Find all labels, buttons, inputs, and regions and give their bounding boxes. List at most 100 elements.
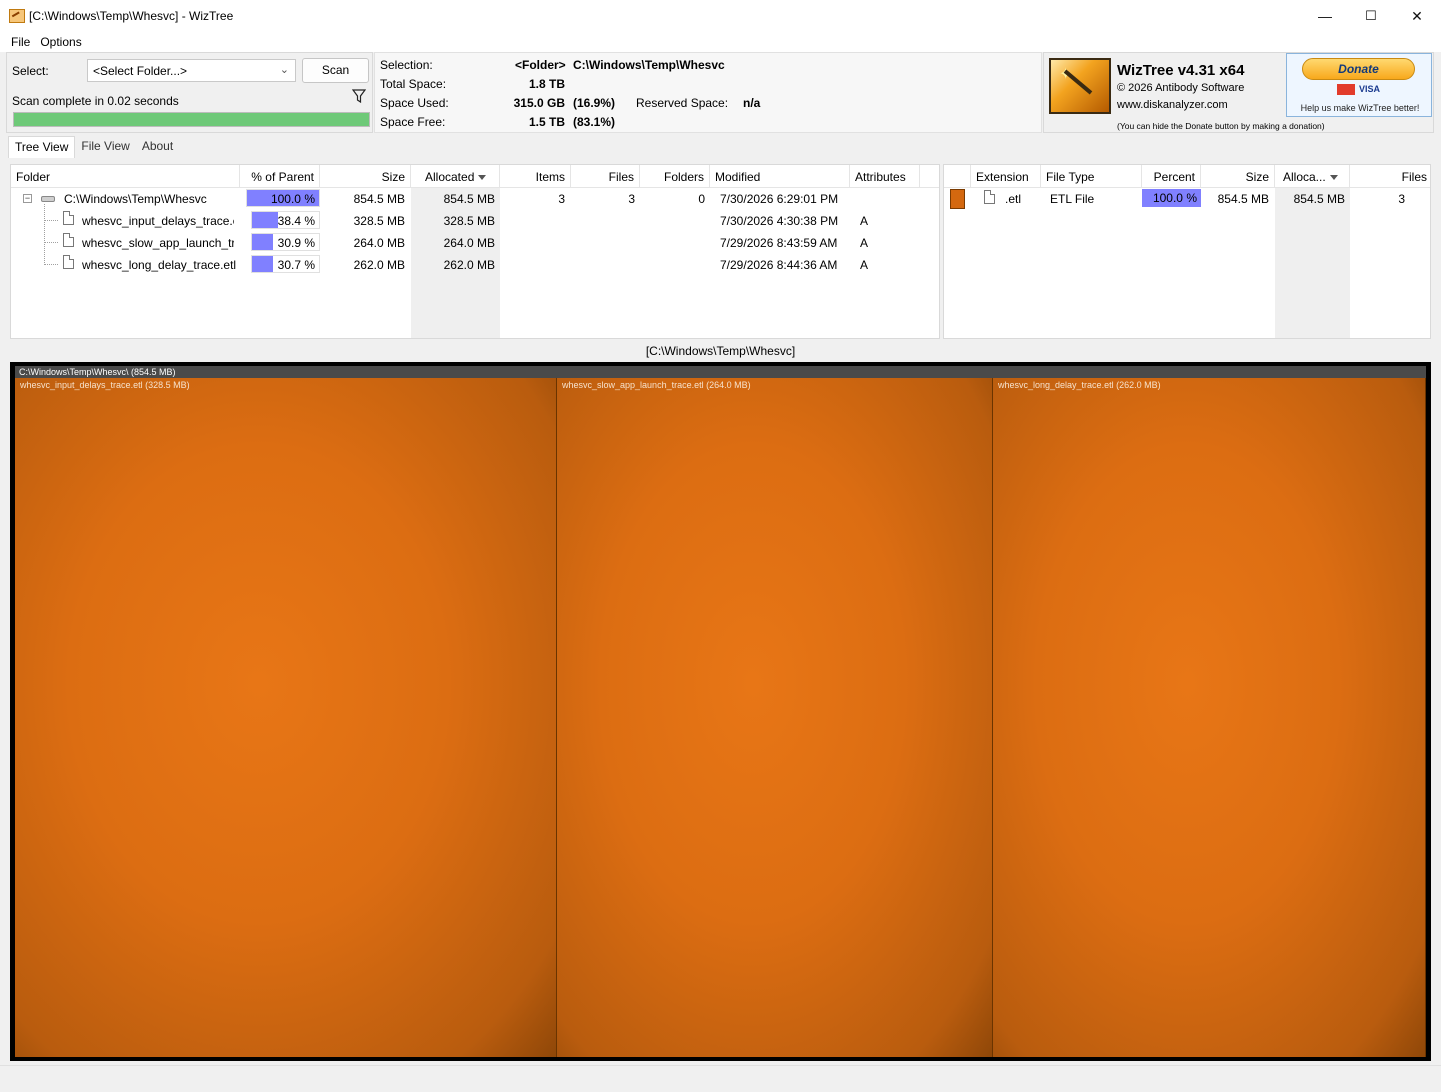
file-icon	[984, 190, 995, 204]
treemap-block[interactable]: whesvc_long_delay_trace.etl (262.0 MB)	[993, 378, 1426, 1057]
folder-drive-icon	[41, 196, 55, 202]
file-icon	[63, 255, 74, 269]
col-header-percent[interactable]: Percent	[1142, 165, 1201, 188]
row-modified: 7/29/2026 8:43:59 AM	[720, 236, 838, 250]
tree-line	[44, 242, 58, 243]
tree-grid: Folder % of Parent Size Allocated Items …	[10, 164, 940, 339]
total-space-label: Total Space:	[380, 77, 447, 91]
pct-parent-text: 30.7 %	[277, 258, 315, 272]
treemap[interactable]: C:\Windows\Temp\Whesvc\ (854.5 MB) whesv…	[10, 362, 1431, 1061]
top-panel: Select: <Select Folder...> ⌄ Scan Scan c…	[6, 52, 1434, 135]
col-header-files[interactable]: Files	[571, 165, 640, 188]
row-allocated: 854.5 MB	[1293, 192, 1345, 206]
treemap-block[interactable]: whesvc_slow_app_launch_trace.etl (264.0 …	[557, 378, 993, 1057]
row-name: C:\Windows\Temp\Whesvc	[64, 192, 207, 206]
filetype-grid: Extension File Type Percent Size Alloca.…	[943, 164, 1431, 339]
wiztree-logo: ✦	[1049, 58, 1111, 114]
selection-type: <Folder>	[515, 58, 566, 72]
collapse-toggle-icon[interactable]: −	[23, 194, 32, 203]
brand-panel: ✦ WizTree v4.31 x64 © 2026 Antibody Soft…	[1043, 52, 1434, 133]
treemap-block-label: whesvc_long_delay_trace.etl (262.0 MB)	[998, 380, 1161, 390]
pct-parent-bar: 30.7 %	[251, 255, 320, 273]
space-used-value: 315.0 GB	[513, 96, 565, 110]
minimize-button[interactable]: —	[1302, 0, 1348, 32]
row-file-type: ETL File	[1050, 192, 1095, 206]
col-header-color	[944, 165, 971, 188]
row-files: 3	[1398, 192, 1405, 206]
select-label: Select:	[12, 64, 49, 78]
row-attributes: A	[860, 214, 869, 228]
col-header-attributes[interactable]: Attributes	[850, 165, 920, 188]
filter-icon[interactable]	[352, 89, 366, 103]
payment-cards: VISA	[1337, 84, 1380, 96]
pct-parent-bar: 100.0 %	[246, 189, 320, 207]
reserved-space-label: Reserved Space:	[636, 96, 729, 110]
scan-status: Scan complete in 0.02 seconds	[12, 94, 179, 108]
allocated-header-label: Alloca...	[1283, 170, 1326, 184]
pct-parent-fill	[252, 212, 278, 228]
view-tabs: Tree View File View About	[8, 136, 179, 158]
total-space-value: 1.8 TB	[528, 77, 565, 91]
row-modified: 7/30/2026 4:30:38 PM	[720, 214, 839, 228]
menu-file[interactable]: File	[5, 35, 36, 49]
col-header-files[interactable]: Files	[1350, 165, 1430, 188]
col-header-allocated[interactable]: Alloca...	[1275, 165, 1350, 188]
close-button[interactable]: ✕	[1394, 0, 1440, 32]
brand-website[interactable]: www.diskanalyzer.com	[1117, 99, 1228, 111]
col-header-allocated[interactable]: Allocated	[411, 165, 500, 188]
percent-bar: 100.0 %	[1142, 189, 1201, 207]
selection-label: Selection:	[380, 58, 433, 72]
row-modified: 7/29/2026 8:44:36 AM	[720, 258, 838, 272]
row-size: 264.0 MB	[353, 236, 405, 250]
maximize-button[interactable]: ☐	[1348, 0, 1394, 32]
row-attributes: A	[860, 258, 869, 272]
tab-tree-view[interactable]: Tree View	[8, 136, 76, 158]
col-header-folder[interactable]: Folder	[11, 165, 240, 188]
row-attributes: A	[860, 236, 869, 250]
pct-parent-text: 38.4 %	[277, 214, 315, 228]
col-header-pct-parent[interactable]: % of Parent	[240, 165, 320, 188]
row-name: whesvc_input_delays_trace.etl	[82, 214, 234, 228]
title-bar: [C:\Windows\Temp\Whesvc] - WizTree — ☐ ✕	[0, 0, 1441, 32]
col-header-filler	[920, 165, 939, 188]
tab-file-view[interactable]: File View	[75, 136, 135, 158]
selection-info-panel: Selection: <Folder> C:\Windows\Temp\Whes…	[374, 52, 1042, 133]
folder-select-combo[interactable]: <Select Folder...> ⌄	[87, 59, 296, 82]
donate-button[interactable]: Donate	[1302, 58, 1415, 80]
treemap-block-fill	[557, 378, 992, 1057]
treemap-block-fill	[15, 378, 556, 1057]
file-icon	[63, 211, 74, 225]
reserved-space-value: n/a	[743, 96, 761, 110]
col-header-modified[interactable]: Modified	[710, 165, 850, 188]
treemap-block[interactable]: whesvc_input_delays_trace.etl (328.5 MB)	[15, 378, 557, 1057]
treemap-title: [C:\Windows\Temp\Whesvc]	[645, 344, 796, 358]
space-free-percent: (83.1%)	[573, 115, 616, 129]
sort-desc-icon	[478, 175, 487, 181]
brand-name: WizTree v4.31 x64	[1117, 62, 1245, 79]
row-items: 3	[558, 192, 565, 206]
allocated-sort-column	[1275, 188, 1350, 338]
mastercard-icon	[1337, 84, 1355, 96]
donate-help-text: Help us make WizTree better!	[1300, 103, 1420, 113]
row-size: 854.5 MB	[353, 192, 405, 206]
col-header-folders[interactable]: Folders	[640, 165, 710, 188]
treemap-root-header[interactable]: C:\Windows\Temp\Whesvc\ (854.5 MB)	[15, 366, 1426, 378]
pct-parent-bar: 30.9 %	[251, 233, 320, 251]
status-bar	[0, 1065, 1441, 1092]
menu-options[interactable]: Options	[34, 35, 87, 49]
window-title: [C:\Windows\Temp\Whesvc] - WizTree	[29, 9, 234, 23]
tree-line	[44, 220, 58, 221]
row-extension: .etl	[1005, 192, 1022, 206]
row-size: 854.5 MB	[1217, 192, 1269, 206]
donate-box[interactable]: Donate VISA Help us make WizTree better!	[1286, 53, 1432, 117]
col-header-items[interactable]: Items	[500, 165, 571, 188]
tab-about[interactable]: About	[136, 136, 179, 158]
scan-button[interactable]: Scan	[302, 58, 369, 83]
col-header-size[interactable]: Size	[1201, 165, 1275, 188]
pct-parent-text: 30.9 %	[277, 236, 315, 250]
col-header-size[interactable]: Size	[320, 165, 411, 188]
space-free-label: Space Free:	[380, 115, 446, 129]
col-header-file-type[interactable]: File Type	[1041, 165, 1142, 188]
allocated-header-label: Allocated	[425, 170, 475, 184]
col-header-extension[interactable]: Extension	[971, 165, 1041, 188]
